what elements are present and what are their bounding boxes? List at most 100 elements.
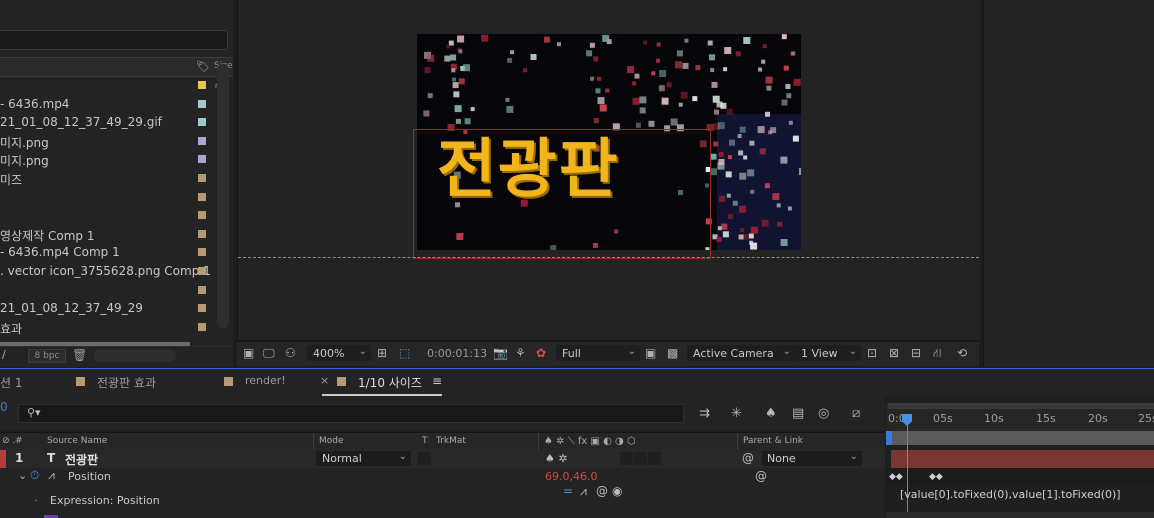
- label-swatch[interactable]: [198, 322, 206, 331]
- graph-editor-icon[interactable]: ⧄: [852, 406, 860, 421]
- graph-icon[interactable]: ⩘: [48, 468, 55, 483]
- tab-comp-2[interactable]: 전광판 효과: [97, 374, 156, 391]
- project-item[interactable]: 효과: [0, 318, 214, 336]
- position-value[interactable]: 69.0,46.0: [545, 470, 597, 483]
- property-name[interactable]: Position: [68, 470, 111, 483]
- mask-visibility-icon[interactable]: ⚇: [285, 346, 296, 360]
- label-swatch[interactable]: [198, 211, 206, 220]
- monitor-icon[interactable]: 🖵: [263, 346, 275, 361]
- time-ruler[interactable]: 0:00 05s 10s 15s 20s 25s: [886, 403, 1154, 431]
- expression-enable-icon[interactable]: =: [563, 484, 573, 498]
- property-row-position[interactable]: ⌄ ⏱ ⩘ Position 69.0,46.0 @: [0, 468, 885, 486]
- channel-rgb-icon[interactable]: ✿: [536, 346, 546, 360]
- project-item[interactable]: 21_01_08_12_37_49_29: [0, 299, 214, 317]
- frame-blending-icon[interactable]: ▤: [792, 406, 804, 421]
- label-swatch[interactable]: [198, 229, 206, 238]
- current-time[interactable]: 0:00:01:13: [427, 347, 487, 360]
- frame-blend-switch[interactable]: [634, 452, 647, 465]
- column-number[interactable]: #: [15, 436, 23, 446]
- project-item[interactable]: [0, 188, 214, 206]
- camera-dropdown[interactable]: Active Camera ⌄: [687, 345, 795, 361]
- label-swatch[interactable]: [198, 285, 206, 294]
- trash-icon[interactable]: 🗑: [72, 348, 87, 362]
- project-item[interactable]: 영상제작 Comp 1: [0, 225, 214, 243]
- layer-label-color[interactable]: [0, 450, 6, 468]
- grid-guides-icon[interactable]: ⊞: [377, 346, 387, 360]
- zoom-dropdown[interactable]: 400% ⌄: [307, 345, 371, 361]
- label-tag-icon[interactable]: 🏷: [196, 60, 210, 73]
- project-item[interactable]: [0, 76, 214, 94]
- property-pickwhip-icon[interactable]: @: [755, 469, 767, 483]
- time-navigator[interactable]: [888, 403, 1154, 409]
- column-source-name[interactable]: Source Name: [47, 436, 107, 446]
- expression-code-field[interactable]: [value[0].toFixed(0),value[1].toFixed(0)…: [900, 488, 1121, 501]
- project-item[interactable]: 미즈: [0, 169, 214, 187]
- keyframe[interactable]: ◆◆: [929, 472, 943, 482]
- parent-dropdown[interactable]: None ⌄: [762, 451, 862, 466]
- layer-bounding-box[interactable]: [413, 129, 711, 259]
- column-switches[interactable]: ⊘ .: [2, 436, 15, 446]
- flowchart-icon[interactable]: ⛙: [933, 346, 941, 362]
- label-swatch[interactable]: [198, 192, 206, 201]
- view-layout-dropdown[interactable]: 1 View ⌄: [795, 345, 861, 361]
- work-area-bar[interactable]: [887, 431, 1154, 445]
- keyframe-track[interactable]: ◆◆ ◆◆: [886, 468, 1154, 486]
- project-item[interactable]: [0, 281, 214, 299]
- project-item[interactable]: 미지.png: [0, 150, 214, 168]
- project-search-input[interactable]: [0, 30, 228, 50]
- project-item[interactable]: 21_01_08_12_37_49_29.gif: [0, 113, 214, 131]
- motion-blur-switch[interactable]: [648, 452, 661, 465]
- project-scrollbar[interactable]: [217, 64, 229, 328]
- timeline-sync-icon[interactable]: ⊠: [889, 346, 899, 360]
- label-swatch[interactable]: [198, 81, 206, 89]
- timeline-layer-row[interactable]: 1 T 전광판 Normal ⌄ ♠ ✲ @ None ⌄: [0, 450, 885, 468]
- exposure-reset-icon[interactable]: ⟲: [957, 346, 967, 360]
- work-area-start-handle[interactable]: [886, 431, 892, 445]
- timeline-search-input[interactable]: ⚲▾: [18, 404, 684, 423]
- playhead-line[interactable]: [907, 414, 908, 518]
- stopwatch-icon[interactable]: ⏱: [30, 468, 39, 483]
- timecode-icon[interactable]: 0: [0, 400, 8, 414]
- column-mode[interactable]: Mode: [319, 436, 344, 446]
- fast-preview-icon[interactable]: ▣: [645, 346, 656, 360]
- comp-mini-flowchart-icon[interactable]: ⊟: [911, 346, 921, 360]
- tab-close-icon[interactable]: ×: [320, 374, 329, 387]
- project-item[interactable]: - 6436.mp4 Comp 1: [0, 243, 214, 261]
- label-swatch[interactable]: [198, 99, 206, 108]
- column-layer-switches[interactable]: ♠ ✲ ⟍ fx ▣ ◐ ◑ ⬡: [544, 436, 636, 447]
- draft-3d-icon[interactable]: ✳: [731, 406, 742, 421]
- composition-nav-icon[interactable]: ⇉: [699, 406, 710, 421]
- layer-duration-bar[interactable]: [891, 450, 1154, 468]
- project-item[interactable]: [0, 206, 214, 224]
- region-of-interest-icon[interactable]: ⬚: [399, 346, 410, 360]
- tab-comp-active[interactable]: 1/10 사이즈: [358, 374, 422, 391]
- show-snapshot-icon[interactable]: ⚘: [515, 346, 526, 360]
- project-item[interactable]: - 6436.mp4: [0, 95, 214, 113]
- interpret-footage-icon[interactable]: ∕: [2, 348, 6, 361]
- keyframe[interactable]: ◆◆: [889, 472, 903, 482]
- label-swatch[interactable]: [198, 304, 206, 313]
- shy-switch-icon[interactable]: ♠ ✲: [545, 452, 568, 465]
- expression-language-menu-icon[interactable]: ◉: [612, 484, 622, 498]
- tab-comp-3[interactable]: render!: [245, 374, 286, 387]
- label-swatch[interactable]: [198, 174, 206, 182]
- pickwhip-icon[interactable]: @: [742, 451, 754, 465]
- snapshot-camera-icon[interactable]: 📷: [493, 346, 508, 360]
- label-swatch[interactable]: [198, 267, 206, 275]
- always-preview-icon[interactable]: ▣: [243, 346, 254, 360]
- label-swatch[interactable]: [198, 155, 206, 164]
- label-swatch[interactable]: [198, 136, 206, 145]
- label-swatch[interactable]: [198, 118, 206, 127]
- bit-depth-button[interactable]: 8 bpc: [28, 349, 66, 363]
- tab-menu-icon[interactable]: ≡: [432, 374, 442, 388]
- layer-name[interactable]: 전광판: [65, 451, 98, 468]
- project-item[interactable]: . vector icon_3755628.png Comp 1: [0, 262, 214, 280]
- label-swatch[interactable]: [198, 248, 206, 257]
- project-item[interactable]: 미지.png: [0, 132, 214, 150]
- motion-blur-icon[interactable]: ◎: [818, 406, 829, 421]
- resolution-dropdown[interactable]: Full ⌄: [556, 345, 640, 361]
- expression-graph-icon[interactable]: ⩘: [580, 484, 587, 499]
- column-trkmat[interactable]: TrkMat: [436, 436, 466, 446]
- preserve-transparency-toggle[interactable]: [418, 452, 431, 465]
- column-t[interactable]: T: [422, 436, 428, 446]
